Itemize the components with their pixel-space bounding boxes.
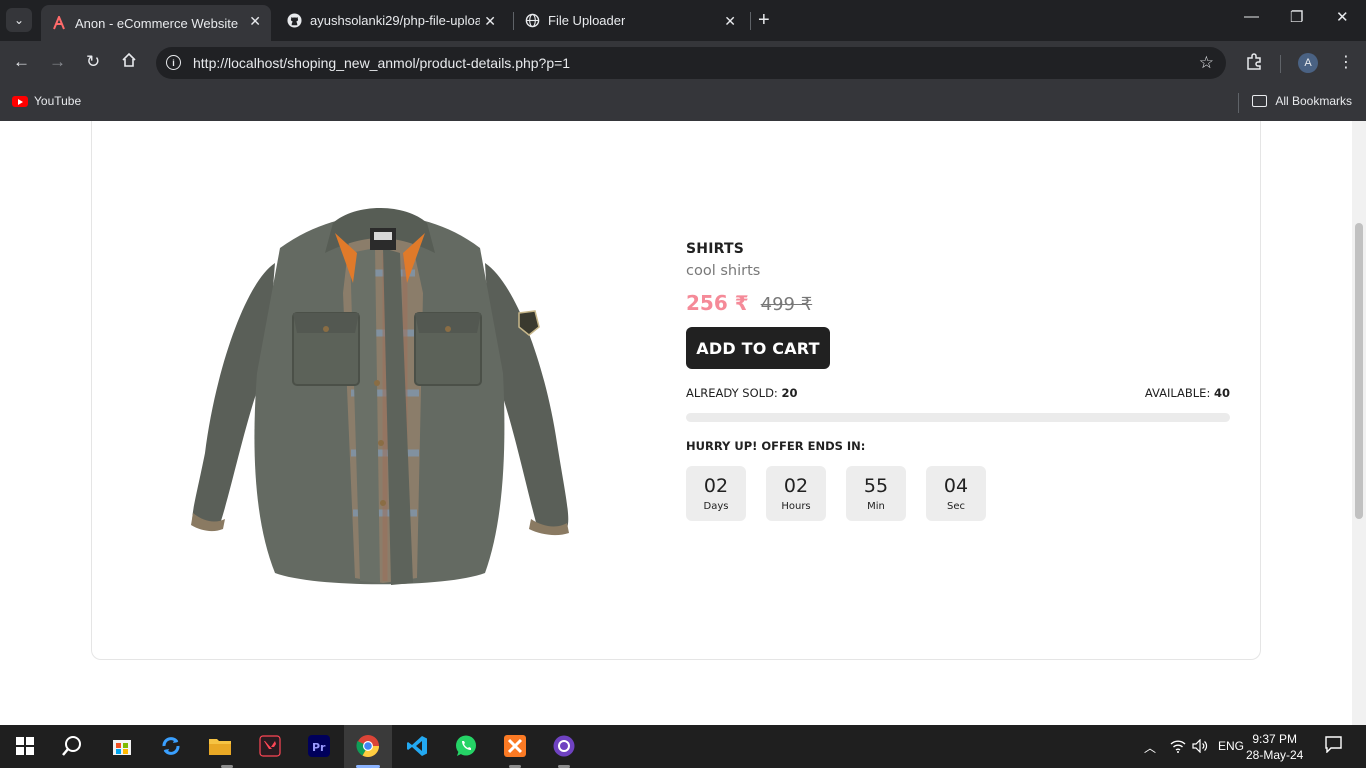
close-tab-icon[interactable]: ✕ xyxy=(484,13,496,30)
countdown-value: 02 xyxy=(783,475,809,497)
folder-icon xyxy=(1252,95,1268,107)
page-scrollbar[interactable] xyxy=(1352,121,1366,725)
home-icon[interactable] xyxy=(121,52,137,73)
sold-label: ALREADY SOLD: xyxy=(686,386,778,400)
tab-search-button[interactable]: ⌄ xyxy=(6,8,32,32)
notifications-icon[interactable] xyxy=(1325,736,1342,756)
back-icon[interactable]: ← xyxy=(13,52,30,72)
tab-divider xyxy=(750,12,751,30)
tab-file-uploader[interactable]: File Uploader ✕ xyxy=(514,5,746,36)
profile-avatar[interactable]: A xyxy=(1298,53,1318,73)
countdown: 02 Days 02 Hours 55 Min 04 Sec xyxy=(686,466,1230,521)
sync-icon[interactable] xyxy=(158,733,184,759)
youtube-icon xyxy=(12,95,28,107)
add-to-cart-button[interactable]: ADD TO CART xyxy=(686,327,830,369)
github-icon xyxy=(286,13,302,29)
tab-anon[interactable]: Anon - eCommerce Website ✕ xyxy=(41,5,271,41)
countdown-seconds: 04 Sec xyxy=(926,466,986,521)
address-bar[interactable]: i http://localhost/shoping_new_anmol/pro… xyxy=(156,47,1226,79)
all-bookmarks-button[interactable]: All Bookmarks xyxy=(1252,94,1352,108)
original-price: 499 ₹ xyxy=(760,294,813,315)
tab-title: File Uploader xyxy=(548,13,626,28)
clock-date: 28-May-24 xyxy=(1246,748,1304,762)
countdown-value: 02 xyxy=(703,475,729,497)
volume-icon[interactable] xyxy=(1192,738,1208,756)
close-window-icon[interactable]: ✕ xyxy=(1336,8,1349,26)
close-tab-icon[interactable]: ✕ xyxy=(724,13,736,30)
extensions-icon[interactable] xyxy=(1245,53,1263,76)
minimize-icon[interactable]: — xyxy=(1244,8,1259,25)
whatsapp-icon[interactable] xyxy=(453,733,479,759)
product-info: SHIRTS cool shirts 256 ₹ 499 ₹ ADD TO CA… xyxy=(686,241,1230,521)
bookmarks-bar: YouTube All Bookmarks xyxy=(0,85,1366,121)
stock-row: ALREADY SOLD: 20 AVAILABLE: 40 xyxy=(686,386,1230,400)
bookmarks-divider xyxy=(1238,93,1239,113)
svg-text:Pr: Pr xyxy=(312,741,326,754)
browser-toolbar: ← → ↻ i http://localhost/shoping_new_anm… xyxy=(0,41,1366,85)
tray-overflow-icon[interactable]: ︿ xyxy=(1144,739,1156,756)
tab-github[interactable]: ayushsolanki29/php-file-upload ✕ xyxy=(276,5,506,36)
menu-kebab-icon[interactable]: ⋮ xyxy=(1338,52,1354,72)
countdown-value: 55 xyxy=(863,475,889,497)
countdown-days: 02 Days xyxy=(686,466,746,521)
countdown-label: Days xyxy=(703,501,729,512)
bookmark-star-icon[interactable]: ☆ xyxy=(1199,53,1214,73)
countdown-value: 04 xyxy=(943,475,969,497)
valorant-icon[interactable] xyxy=(257,733,283,759)
stock-progress-bar xyxy=(686,413,1230,422)
available-info: AVAILABLE: 40 xyxy=(1145,386,1230,400)
forward-icon[interactable]: → xyxy=(49,52,66,72)
countdown-label: Hours xyxy=(781,501,811,512)
system-clock[interactable]: 9:37 PM 28-May-24 xyxy=(1246,731,1303,763)
bookmark-youtube[interactable]: YouTube xyxy=(12,94,81,108)
file-explorer-icon[interactable] xyxy=(207,733,233,759)
tab-title: Anon - eCommerce Website xyxy=(75,15,239,31)
windows-start-icon[interactable] xyxy=(12,733,38,759)
available-label: AVAILABLE: xyxy=(1144,386,1211,400)
available-value: 40 xyxy=(1213,386,1230,400)
xampp-icon[interactable] xyxy=(502,733,528,759)
search-icon[interactable] xyxy=(59,733,85,759)
github-desktop-icon[interactable] xyxy=(551,733,577,759)
all-bookmarks-label: All Bookmarks xyxy=(1275,94,1352,108)
offer-label: HURRY UP! OFFER ENDS IN: xyxy=(686,439,866,453)
countdown-label: Sec xyxy=(947,501,965,512)
chrome-icon[interactable] xyxy=(355,733,381,759)
wifi-icon[interactable] xyxy=(1170,739,1186,756)
close-tab-icon[interactable]: ✕ xyxy=(249,13,261,30)
countdown-label: Min xyxy=(867,501,885,512)
countdown-minutes: 55 Min xyxy=(846,466,906,521)
url-text[interactable]: http://localhost/shoping_new_anmol/produ… xyxy=(193,55,570,71)
product-category: SHIRTS xyxy=(686,241,744,257)
premiere-pro-icon[interactable]: Pr xyxy=(306,733,332,759)
tab-title: ayushsolanki29/php-file-upload xyxy=(310,13,480,28)
site-info-icon[interactable]: i xyxy=(166,55,181,70)
price-row: 256 ₹ 499 ₹ xyxy=(686,291,1230,315)
scrollbar-thumb[interactable] xyxy=(1355,223,1363,519)
windows-taskbar: Pr ︿ ENG 9:37 PM 28-May-24 xyxy=(0,725,1366,768)
product-image xyxy=(191,208,569,585)
sold-info: ALREADY SOLD: 20 xyxy=(686,386,797,400)
microsoft-store-icon[interactable] xyxy=(109,733,135,759)
page-viewport: SHIRTS cool shirts 256 ₹ 499 ₹ ADD TO CA… xyxy=(0,121,1352,725)
product-name: cool shirts xyxy=(686,263,761,279)
sold-value: 20 xyxy=(781,386,798,400)
restore-icon[interactable]: ❐ xyxy=(1290,8,1303,26)
countdown-hours: 02 Hours xyxy=(766,466,826,521)
new-tab-icon[interactable]: + xyxy=(758,9,770,32)
current-price: 256 ₹ xyxy=(686,291,749,315)
globe-icon xyxy=(524,13,540,29)
anon-logo-icon xyxy=(51,15,67,31)
reload-icon[interactable]: ↻ xyxy=(86,52,100,72)
language-indicator[interactable]: ENG xyxy=(1218,739,1244,753)
clock-time: 9:37 PM xyxy=(1252,732,1298,746)
bookmark-label: YouTube xyxy=(34,94,82,108)
vscode-icon[interactable] xyxy=(404,733,430,759)
browser-tab-strip: ⌄ Anon - eCommerce Website ✕ ayushsolank… xyxy=(0,0,1366,41)
toolbar-divider xyxy=(1280,55,1281,73)
